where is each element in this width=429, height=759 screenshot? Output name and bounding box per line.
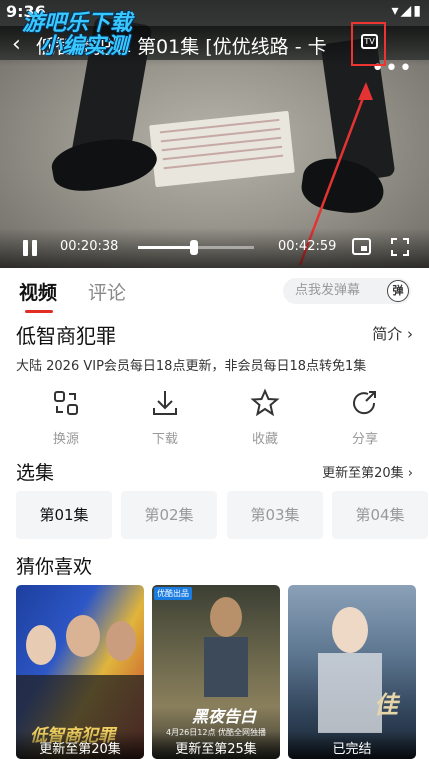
recommend-card[interactable]: 佳 已完结 [288,585,416,759]
card-caption: 已完结 [332,742,372,757]
show-meta: 大陆 2026 VIP会员每日18点更新，非会员每日18点转免1集 [16,359,367,374]
pause-icon[interactable] [22,240,38,256]
tab-comment[interactable]: 评论 [88,278,126,305]
action-row: 换源 下载 收藏 分享 [0,388,429,448]
current-time: 00:20:38 [60,239,119,254]
recommend-card[interactable]: 优酷出品 黑夜告白 4月26日12点 优酷全网独播 更新至第25集 [152,585,280,759]
download-icon [153,391,177,415]
total-time: 00:42:59 [278,239,337,254]
show-title: 低智商犯罪 [16,324,116,348]
poster-title: 黑夜告白 [192,707,257,726]
poster-face [332,607,368,653]
episodes-update-link[interactable]: 更新至第20集 › [322,462,413,481]
switch-source-button[interactable]: 换源 [31,388,101,447]
danmu-toggle-icon[interactable]: 弹 [387,280,409,302]
action-label: 下载 [151,432,178,447]
video-player[interactable]: 9:36 ▾◢▮ ‹ 低智商犯罪 第01集 [优优线路 - 卡 ••• 游吧乐下… [0,0,429,268]
progress-bar[interactable] [138,240,254,255]
episode-button[interactable]: 第02集 [121,491,217,539]
poster-face [210,597,242,637]
poster-face [66,615,100,657]
recommend-list: 低智商犯罪 更新至第20集 优酷出品 黑夜告白 4月26日12点 优酷全网独播 … [16,585,429,759]
danmu-input[interactable]: 点我发弹幕 弹 [283,278,411,304]
poster-body [318,653,382,733]
episode-list: 第01集 第02集 第03集 第04集 [16,491,429,539]
poster-face [26,625,56,665]
share-icon [353,391,376,415]
tab-video[interactable]: 视频 [19,278,57,313]
player-controls: 00:20:38 00:42:59 [0,228,429,268]
intro-link[interactable]: 简介 › [372,323,413,344]
poster-badge: 优酷出品 [154,587,192,600]
content-tabs: 视频 评论 点我发弹幕 弹 [0,268,429,314]
action-label: 换源 [52,432,79,447]
switch-source-icon [54,391,78,415]
action-label: 收藏 [251,432,278,447]
episode-button[interactable]: 第03集 [227,491,323,539]
card-caption: 更新至第20集 [39,742,121,757]
episodes-title: 选集 [16,462,55,484]
picture-in-picture-icon[interactable] [352,238,371,255]
fullscreen-icon[interactable] [391,238,409,256]
episode-button[interactable]: 第04集 [332,491,428,539]
danmu-placeholder: 点我发弹幕 [295,283,361,298]
poster-face [106,621,136,661]
action-label: 分享 [351,432,378,447]
recommend-card[interactable]: 低智商犯罪 更新至第20集 [16,585,144,759]
poster-title: 佳 [374,691,398,719]
share-button[interactable]: 分享 [330,388,400,447]
recommend-title: 猜你喜欢 [16,556,93,578]
download-button[interactable]: 下载 [130,388,200,447]
progress-fill [138,246,194,249]
star-icon [250,388,280,417]
favorite-button[interactable]: 收藏 [230,388,300,447]
card-caption: 更新至第25集 [175,742,257,757]
progress-thumb[interactable] [189,240,198,255]
episode-button[interactable]: 第01集 [16,491,112,539]
poster-body [204,637,248,697]
